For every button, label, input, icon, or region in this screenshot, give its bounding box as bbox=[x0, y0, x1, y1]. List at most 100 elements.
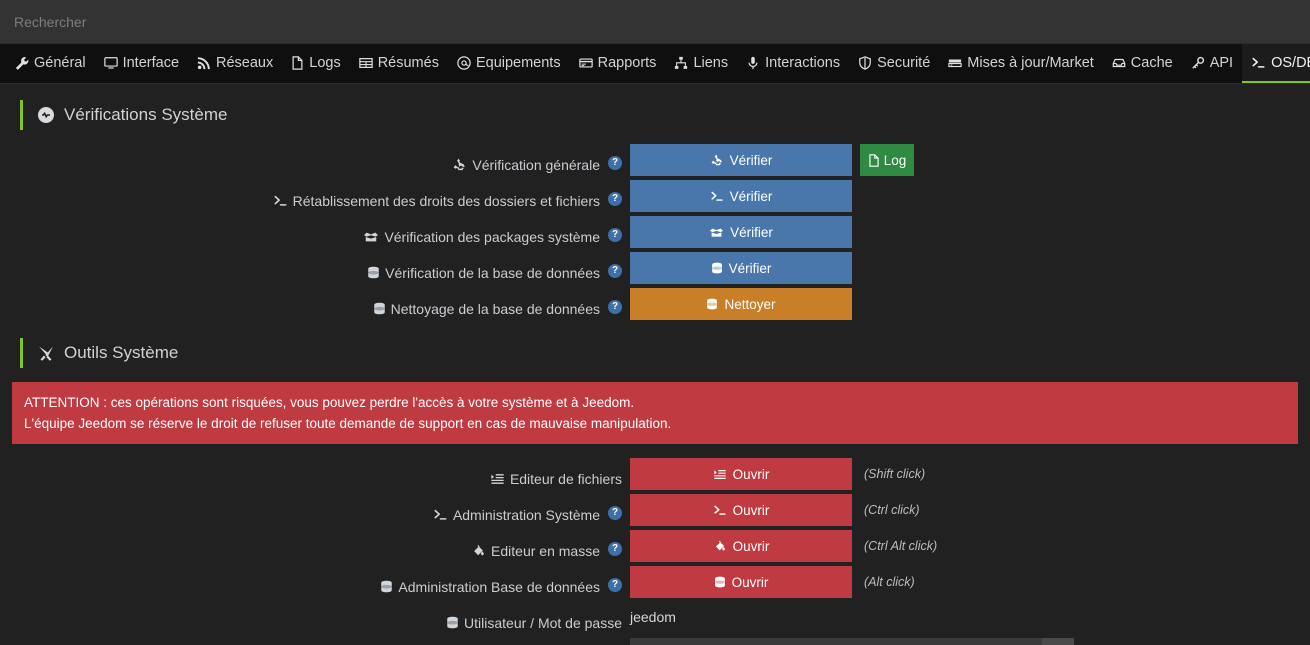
tab-label: Interface bbox=[122, 54, 180, 71]
row-verification-bdd: Vérification de la base de données ? Vér… bbox=[0, 252, 1310, 286]
row-label-text: Rétablissement des droits des dossiers e… bbox=[292, 193, 600, 209]
tab-equipements[interactable]: Equipements bbox=[448, 44, 570, 83]
button-label: Ouvrir bbox=[732, 538, 770, 554]
verifier-droits-button[interactable]: Vérifier bbox=[630, 180, 852, 212]
row-administration-bdd: Administration Base de données ? Ouvrir … bbox=[0, 566, 1310, 600]
tools-icon bbox=[37, 344, 55, 362]
row-label: Administration Système ? bbox=[0, 494, 630, 528]
tab-api[interactable]: API bbox=[1182, 44, 1242, 83]
tab-cache[interactable]: Cache bbox=[1103, 44, 1182, 83]
file-code-icon bbox=[490, 472, 505, 486]
terminal-icon bbox=[710, 190, 724, 203]
heartbeat-circle-icon bbox=[37, 106, 55, 124]
terminal-icon bbox=[433, 508, 448, 522]
tab-securite[interactable]: Securité bbox=[849, 44, 939, 83]
row-label: Administration Base de données ? bbox=[0, 566, 630, 600]
os-db-panel: Vérifications Système Vérification génér… bbox=[0, 84, 1310, 645]
section-title: Vérifications Système bbox=[64, 105, 228, 124]
tab-label: Cache bbox=[1130, 54, 1173, 71]
row-label-text: Nettoyage de la base de données bbox=[390, 301, 600, 317]
tab-label: Mises à jour/Market bbox=[967, 54, 1094, 71]
box-open-icon bbox=[709, 226, 724, 239]
row-retablissement-droits: Rétablissement des droits des dossiers e… bbox=[0, 180, 1310, 214]
section-title: Outils Système bbox=[64, 343, 179, 362]
database-icon bbox=[380, 580, 393, 594]
terminal-icon bbox=[713, 504, 727, 517]
shortcut-hint: (Ctrl Alt click) bbox=[864, 539, 938, 553]
search-input[interactable] bbox=[14, 13, 1296, 30]
tab-label: Général bbox=[34, 54, 86, 71]
desktop-icon bbox=[103, 56, 118, 70]
alert-line-2: L'équipe Jeedom se réserve le droit de r… bbox=[24, 416, 672, 431]
global-search-bar[interactable] bbox=[0, 0, 1310, 44]
tab-label: API bbox=[1209, 54, 1234, 71]
row-label: Utilisateur / Mot de passe bbox=[0, 602, 630, 636]
row-label-text: Editeur de fichiers bbox=[509, 471, 622, 487]
help-icon[interactable]: ? bbox=[608, 228, 622, 242]
log-button[interactable]: Log bbox=[860, 144, 914, 176]
tab-interactions[interactable]: Interactions bbox=[737, 44, 849, 83]
tab-logs[interactable]: Logs bbox=[282, 44, 349, 83]
terminal-icon bbox=[1251, 56, 1266, 70]
verifier-generale-button[interactable]: Vérifier bbox=[630, 144, 852, 176]
row-utilisateur-mot-de-passe: Utilisateur / Mot de passe jeedom bbox=[0, 602, 1310, 636]
tab-rapports[interactable]: Rapports bbox=[570, 44, 666, 83]
verifier-bdd-button[interactable]: Vérifier bbox=[630, 252, 852, 284]
tab-reseaux[interactable]: Réseaux bbox=[188, 44, 282, 83]
toggle-password-visibility-button[interactable] bbox=[1042, 638, 1074, 645]
button-label: Log bbox=[883, 152, 907, 168]
tab-label: Equipements bbox=[475, 54, 561, 71]
row-label-spacer bbox=[0, 638, 630, 645]
ouvrir-administration-bdd-button[interactable]: Ouvrir bbox=[630, 566, 852, 598]
key-icon bbox=[1191, 56, 1205, 70]
row-label-text: Editeur en masse bbox=[491, 543, 600, 559]
row-controls: Vérifier bbox=[630, 180, 852, 212]
button-label: Vérifier bbox=[728, 260, 772, 276]
help-icon[interactable]: ? bbox=[608, 506, 622, 520]
row-nettoyage-bdd: Nettoyage de la base de données ? Nettoy… bbox=[0, 288, 1310, 322]
row-label-text: Administration Système bbox=[452, 507, 600, 523]
tab-interface[interactable]: Interface bbox=[95, 44, 188, 83]
row-controls: Ouvrir (Ctrl Alt click) bbox=[630, 530, 937, 562]
password-input[interactable] bbox=[630, 638, 1042, 645]
verifier-packages-button[interactable]: Vérifier bbox=[630, 216, 852, 248]
tab-general[interactable]: Général bbox=[6, 44, 95, 83]
row-editeur-de-fichiers: Editeur de fichiers Ouvrir (Shift click) bbox=[0, 458, 1310, 492]
password-field-group bbox=[630, 638, 1074, 645]
tab-label: Réseaux bbox=[216, 54, 274, 71]
database-icon bbox=[706, 298, 718, 311]
tab-label: Interactions bbox=[765, 54, 841, 71]
config-tab-bar[interactable]: Général Interface Réseaux Logs Résumés E… bbox=[0, 44, 1310, 84]
row-administration-systeme: Administration Système ? Ouvrir (Ctrl cl… bbox=[0, 494, 1310, 528]
database-icon bbox=[711, 262, 723, 275]
help-icon[interactable]: ? bbox=[608, 578, 622, 592]
nettoyer-bdd-button[interactable]: Nettoyer bbox=[630, 288, 852, 320]
alert-line-1: ATTENTION : ces opérations sont risquées… bbox=[24, 395, 635, 410]
button-label: Vérifier bbox=[729, 152, 773, 168]
username-value[interactable]: jeedom bbox=[630, 602, 676, 625]
file-code-icon bbox=[713, 468, 727, 481]
button-label: Nettoyer bbox=[724, 296, 776, 312]
tab-label: Rapports bbox=[597, 54, 657, 71]
database-icon bbox=[446, 616, 459, 630]
ouvrir-editeur-fichiers-button[interactable]: Ouvrir bbox=[630, 458, 852, 490]
tab-mises-a-jour-market[interactable]: Mises à jour/Market bbox=[939, 44, 1103, 83]
help-icon[interactable]: ? bbox=[608, 300, 622, 314]
ouvrir-administration-systeme-button[interactable]: Ouvrir bbox=[630, 494, 852, 526]
ouvrir-editeur-en-masse-button[interactable]: Ouvrir bbox=[630, 530, 852, 562]
help-icon[interactable]: ? bbox=[608, 156, 622, 170]
tools-rows: Editeur de fichiers Ouvrir (Shift click)… bbox=[0, 458, 1310, 645]
row-label-text: Vérification de la base de données bbox=[385, 265, 600, 281]
row-controls: Vérifier bbox=[630, 216, 852, 248]
row-editeur-en-masse: Editeur en masse ? Ouvrir (Ctrl Alt clic… bbox=[0, 530, 1310, 564]
tab-liens[interactable]: Liens bbox=[665, 44, 737, 83]
shield-icon bbox=[858, 55, 872, 70]
tab-resumes[interactable]: Résumés bbox=[350, 44, 448, 83]
row-controls: Nettoyer bbox=[630, 288, 852, 320]
help-icon[interactable]: ? bbox=[608, 192, 622, 206]
recycle-icon bbox=[710, 154, 724, 167]
help-icon[interactable]: ? bbox=[608, 542, 622, 556]
help-icon[interactable]: ? bbox=[608, 264, 622, 278]
row-controls: Ouvrir (Shift click) bbox=[630, 458, 925, 490]
tab-os-db[interactable]: OS/DB bbox=[1242, 44, 1310, 83]
